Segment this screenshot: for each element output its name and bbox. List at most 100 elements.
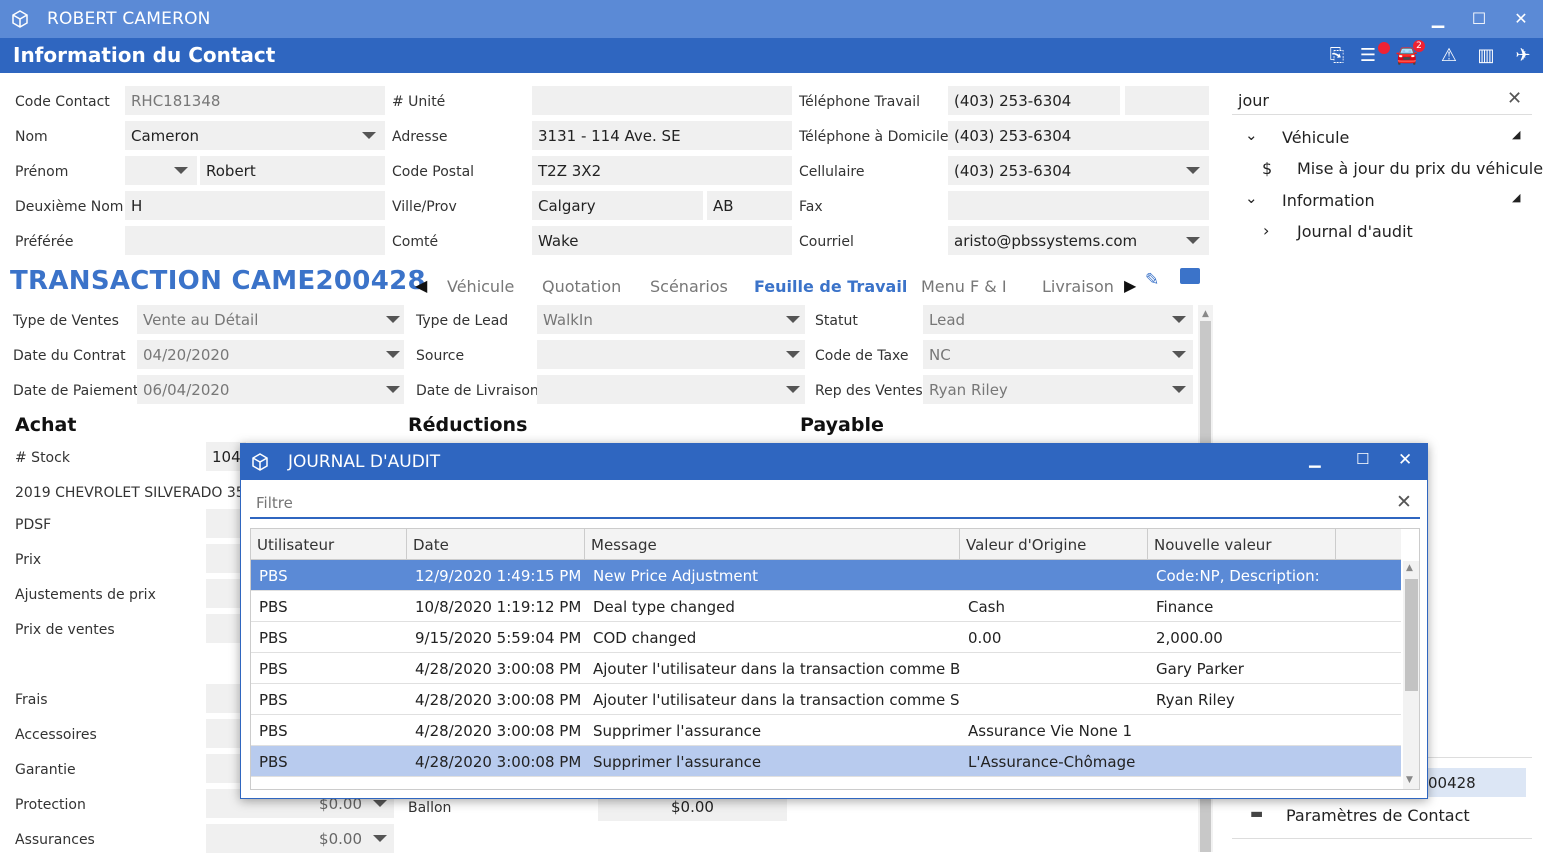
column-header-nouvelle-valeur[interactable]: Nouvelle valeur — [1148, 529, 1336, 560]
cell-nouvelle-valeur — [1148, 715, 1318, 746]
assurances-field[interactable]: $0.00 — [206, 824, 394, 853]
column-header-valeur-origine[interactable]: Valeur d'Origine — [960, 529, 1148, 560]
chart-icon[interactable]: ▥ — [1473, 43, 1499, 69]
chevron-down-icon[interactable] — [362, 132, 376, 139]
tab-feuille-de-travail[interactable]: Feuille de Travail — [754, 277, 907, 296]
adresse-field[interactable]: 3131 - 114 Ave. SE — [532, 121, 792, 150]
tab-scenarios[interactable]: Scénarios — [650, 277, 728, 296]
tree-group-information[interactable]: Information — [1282, 191, 1375, 210]
tel-travail-field[interactable]: (403) 253-6304 — [948, 86, 1120, 115]
scroll-up-icon[interactable]: ▲ — [1202, 309, 1209, 319]
tel-extension-field[interactable] — [1125, 86, 1209, 115]
type-ventes-dropdown[interactable]: Vente au Détail — [137, 305, 404, 334]
tab-menu-fi[interactable]: Menu F & I — [921, 277, 1007, 296]
chevron-down-icon[interactable] — [386, 316, 400, 323]
date-paiement-picker[interactable]: 06/04/2020 — [137, 375, 404, 404]
export-icon[interactable]: ⎘ — [1324, 43, 1350, 69]
dialog-minimize-button[interactable]: ▁ — [1309, 450, 1321, 468]
tab-scroll-left-icon[interactable]: ◀ — [415, 276, 427, 295]
tag-icon[interactable]: ✎ — [1145, 270, 1159, 290]
table-row[interactable]: PBS 4/28/2020 3:00:08 PM Ajouter l'utili… — [251, 653, 1401, 684]
deuxieme-nom-field[interactable]: H — [125, 191, 385, 220]
comte-field[interactable]: Wake — [532, 226, 792, 255]
code-postal-field[interactable]: T2Z 3X2 — [532, 156, 792, 185]
preferee-field[interactable] — [125, 226, 385, 255]
type-lead-dropdown[interactable]: WalkIn — [537, 305, 805, 334]
table-row[interactable]: PBS 9/15/2020 5:59:04 PM COD changed 0.0… — [251, 622, 1401, 653]
chevron-down-icon[interactable]: ⌄ — [1245, 189, 1258, 207]
tab-quotation[interactable]: Quotation — [542, 277, 621, 296]
chevron-down-icon[interactable]: ⌄ — [1245, 126, 1258, 144]
chevron-down-icon[interactable] — [1172, 386, 1186, 393]
chevron-down-icon[interactable] — [1172, 351, 1186, 358]
comment-icon[interactable] — [1180, 268, 1200, 284]
collapse-arrow-icon[interactable]: ◢ — [1512, 191, 1520, 204]
chevron-down-icon[interactable] — [1186, 167, 1200, 174]
sidebar-search[interactable]: jour ✕ — [1232, 86, 1532, 115]
plane-icon[interactable]: ✈ — [1510, 43, 1536, 69]
sidebar-deal-item[interactable]: 00428 — [1425, 768, 1526, 797]
nom-field[interactable]: Cameron — [125, 121, 385, 150]
chevron-down-icon[interactable] — [786, 351, 800, 358]
assurances-label: Assurances — [15, 832, 95, 848]
tree-item-journal-audit[interactable]: Journal d'audit — [1297, 222, 1413, 241]
tree-item-price-update[interactable]: Mise à jour du prix du véhicule — [1297, 159, 1543, 178]
rep-ventes-dropdown[interactable]: Ryan Riley — [923, 375, 1193, 404]
grid-scrollbar[interactable]: ▲ ▼ — [1403, 561, 1419, 789]
date-contrat-picker[interactable]: 04/20/2020 — [137, 340, 404, 369]
date-livraison-picker[interactable] — [537, 375, 805, 404]
minimize-button[interactable]: ▁ — [1423, 6, 1453, 32]
scroll-thumb[interactable] — [1405, 579, 1418, 691]
sidebar-search-input[interactable]: jour — [1238, 91, 1269, 110]
collapse-arrow-icon[interactable]: ◢ — [1512, 128, 1520, 141]
ville-field[interactable]: Calgary — [532, 191, 703, 220]
dialog-close-button[interactable]: ✕ — [1398, 450, 1412, 470]
table-row[interactable]: PBS 4/28/2020 3:00:08 PM Supprimer l'ass… — [251, 715, 1401, 746]
prix-ventes-label: Prix de ventes — [15, 622, 115, 638]
tel-domicile-field[interactable]: (403) 253-6304 — [948, 121, 1209, 150]
contact-settings-link[interactable]: Paramètres de Contact — [1286, 806, 1470, 825]
tab-vehicule[interactable]: Véhicule — [447, 277, 514, 296]
chevron-down-icon[interactable] — [1172, 316, 1186, 323]
warning-icon[interactable]: ⚠ — [1436, 43, 1462, 69]
clear-search-icon[interactable]: ✕ — [1507, 88, 1522, 109]
unite-field[interactable] — [532, 86, 792, 115]
column-header-date[interactable]: Date — [407, 529, 585, 560]
table-row[interactable]: PBS 10/8/2020 1:19:12 PM Deal type chang… — [251, 591, 1401, 622]
column-header-utilisateur[interactable]: Utilisateur — [251, 529, 407, 560]
chevron-down-icon[interactable] — [373, 800, 387, 807]
chevron-down-icon[interactable] — [786, 386, 800, 393]
cellulaire-field[interactable]: (403) 253-6304 — [948, 156, 1209, 185]
scroll-up-icon[interactable]: ▲ — [1406, 563, 1413, 573]
courriel-field[interactable]: aristo@pbssystems.com — [948, 226, 1209, 255]
close-button[interactable]: ✕ — [1506, 6, 1536, 32]
prenom-field[interactable]: Robert — [200, 156, 385, 185]
chevron-down-icon[interactable] — [373, 835, 387, 842]
scroll-down-icon[interactable]: ▼ — [1406, 775, 1413, 785]
filter-input[interactable] — [250, 489, 1390, 517]
maximize-button[interactable]: ☐ — [1464, 6, 1494, 32]
code-contact-field[interactable]: RHC181348 — [125, 86, 385, 115]
chevron-down-icon[interactable] — [1186, 237, 1200, 244]
fax-field[interactable] — [948, 191, 1209, 220]
tree-group-vehicule[interactable]: Véhicule — [1282, 128, 1349, 147]
tab-livraison[interactable]: Livraison — [1042, 277, 1114, 296]
province-field[interactable]: AB — [707, 191, 792, 220]
chevron-down-icon[interactable] — [786, 316, 800, 323]
tab-scroll-right-icon[interactable]: ▶ — [1124, 276, 1136, 295]
cell-nouvelle-valeur: Ryan Riley — [1156, 691, 1235, 709]
cell-date: 4/28/2020 3:00:08 PM — [415, 722, 582, 740]
source-dropdown[interactable] — [537, 340, 805, 369]
dialog-maximize-button[interactable]: ☐ — [1356, 450, 1369, 468]
chevron-down-icon[interactable] — [386, 351, 400, 358]
statut-dropdown[interactable]: Lead — [923, 305, 1193, 334]
column-header-message[interactable]: Message — [585, 529, 960, 560]
table-row[interactable]: PBS 4/28/2020 3:00:08 PM Supprimer l'ass… — [251, 746, 1401, 777]
chevron-down-icon[interactable] — [386, 386, 400, 393]
chevron-down-icon[interactable] — [174, 167, 188, 174]
clear-filter-icon[interactable]: ✕ — [1396, 491, 1412, 513]
table-row[interactable]: PBS 4/28/2020 3:00:08 PM Ajouter l'utili… — [251, 684, 1401, 715]
code-taxe-dropdown[interactable]: NC — [923, 340, 1193, 369]
filter-bar[interactable]: ✕ — [250, 489, 1420, 519]
table-row[interactable]: PBS 12/9/2020 1:49:15 PM New Price Adjus… — [251, 560, 1401, 591]
